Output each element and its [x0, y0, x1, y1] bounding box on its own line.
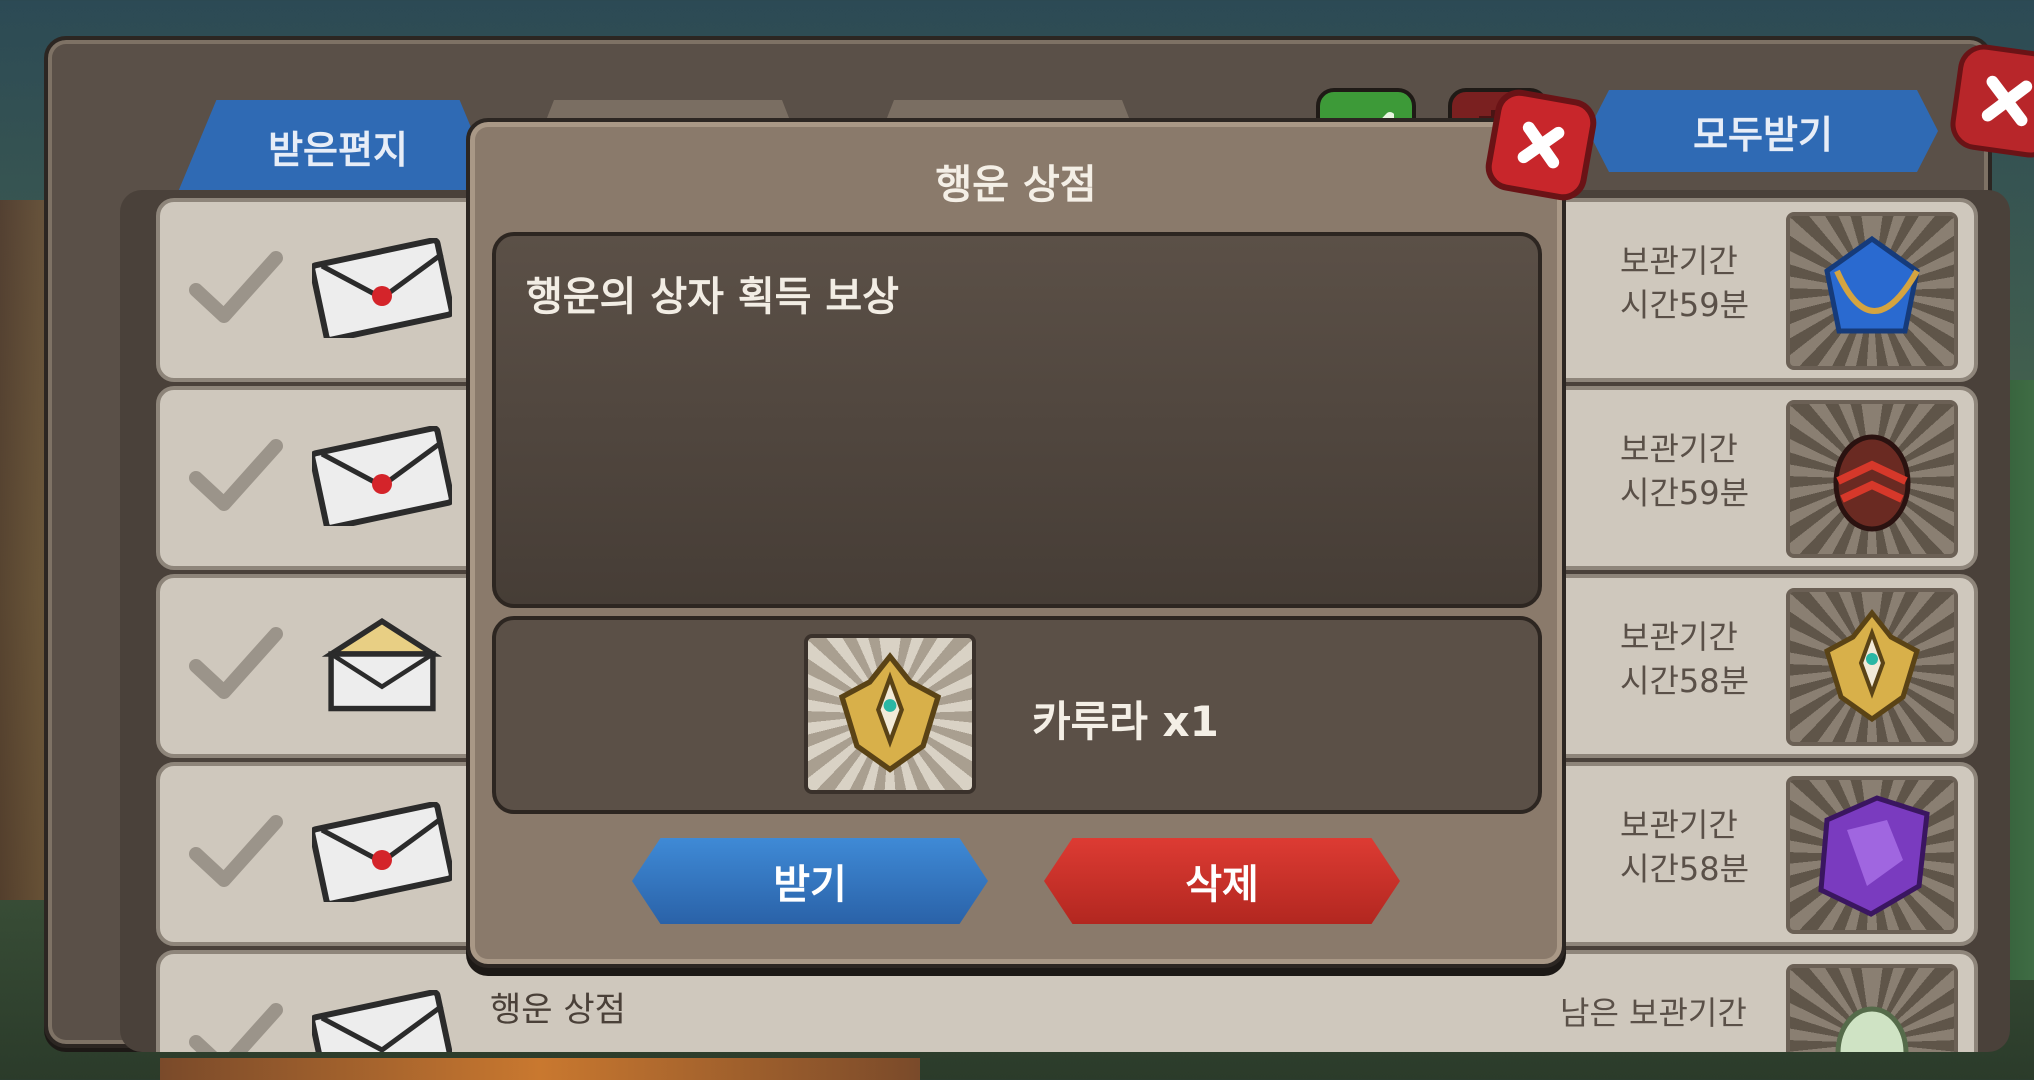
- dialog-close-button[interactable]: [1481, 85, 1601, 205]
- reward-item-thumbnail: [804, 634, 976, 794]
- receive-button[interactable]: 받기: [632, 838, 988, 924]
- mail-detail-dialog: 행운 상점 행운의 상자 획득 보상 카루라 x1 받기 삭제: [466, 85, 1601, 968]
- golden-mask-icon: [838, 652, 942, 773]
- message-box: 행운의 상자 획득 보상: [492, 232, 1542, 608]
- reward-name: 카루라 x1: [1032, 697, 1219, 746]
- delete-button[interactable]: 삭제: [1044, 838, 1400, 924]
- close-icon: [1517, 121, 1565, 169]
- reward-panel: 카루라 x1: [492, 616, 1542, 814]
- dialog-title: 행운 상점: [935, 162, 1097, 208]
- message-text: 행운의 상자 획득 보상: [526, 274, 899, 320]
